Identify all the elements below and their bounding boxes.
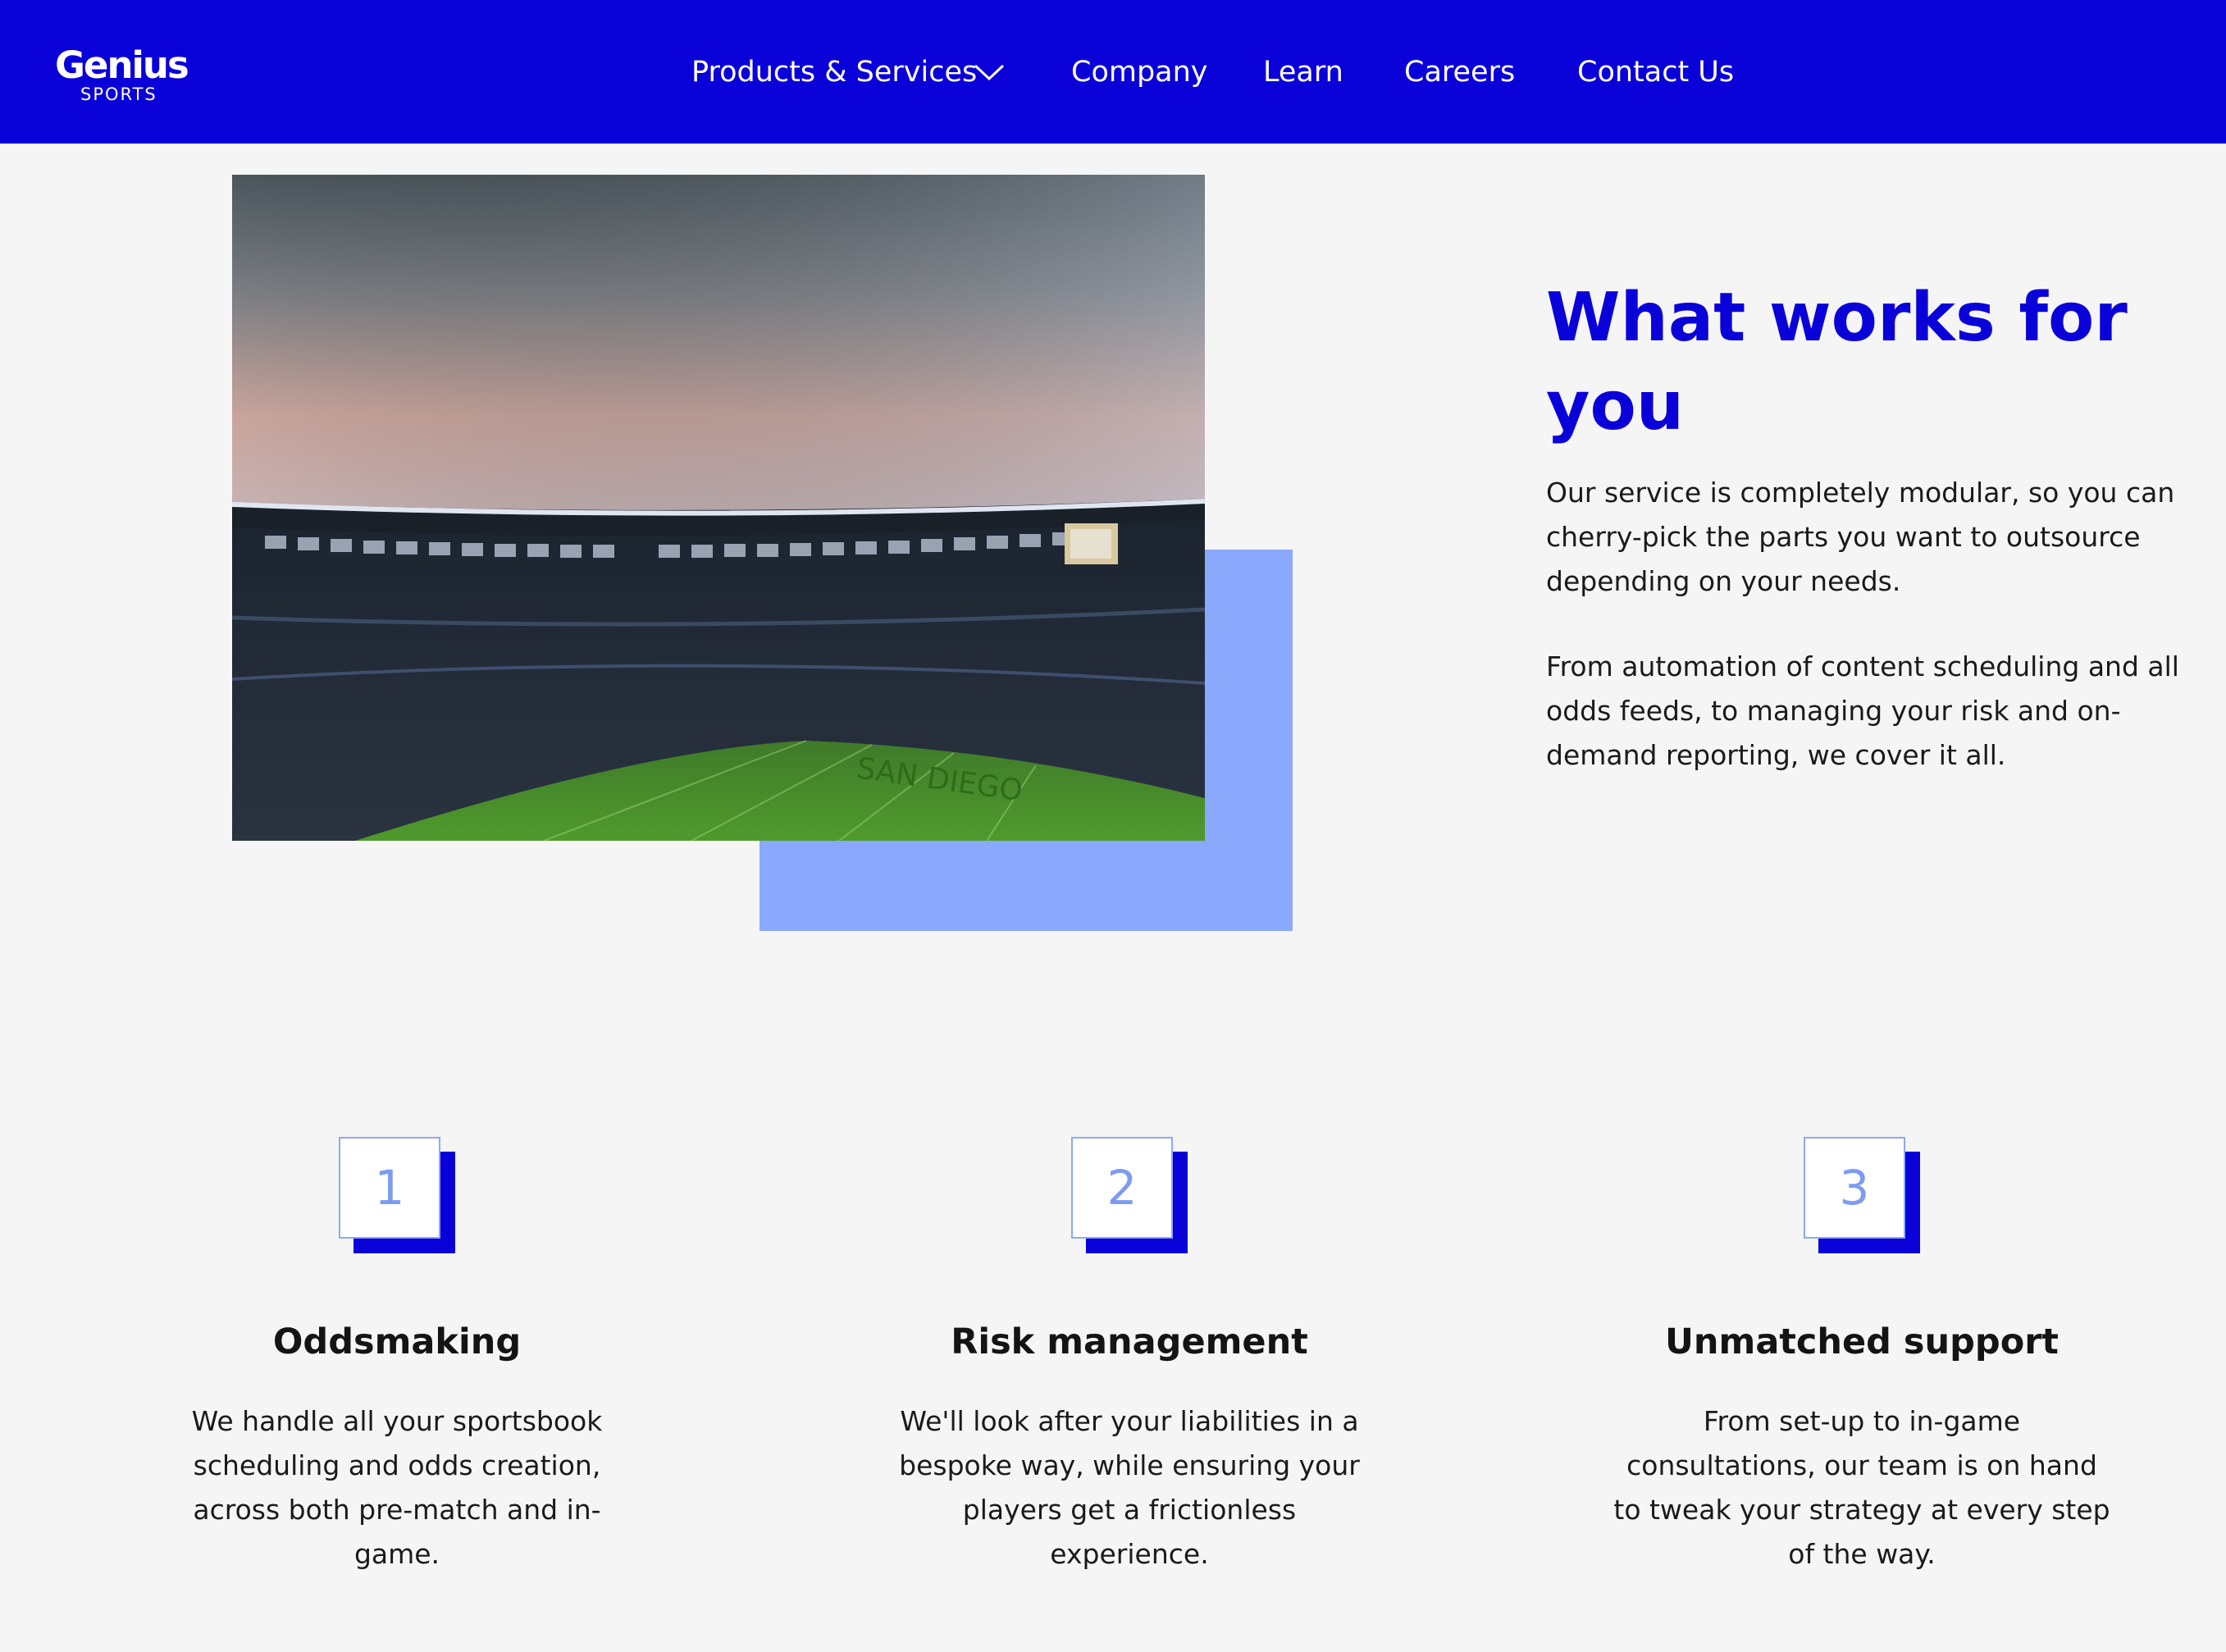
step-number: 2	[1071, 1137, 1173, 1239]
feature-title: Risk management	[951, 1321, 1308, 1362]
nav-learn[interactable]: Learn	[1263, 52, 1343, 92]
feature-description: From set-up to in-game consultations, ou…	[1613, 1405, 2110, 1570]
site-header: Genius SPORTS Products & Services Compan…	[0, 0, 2226, 144]
nav-products-services[interactable]: Products & Services	[691, 52, 1005, 92]
nav-contact-us[interactable]: Contact Us	[1577, 52, 1734, 92]
feature-oddsmaking: 1 Oddsmaking We handle all your sportsbo…	[118, 1137, 676, 1577]
feature-unmatched-support: 3 Unmatched support From set-up to in-ga…	[1583, 1137, 2141, 1577]
stadium-illustration: SAN DIEGO	[232, 175, 1205, 841]
step-number: 1	[339, 1137, 440, 1239]
chevron-down-icon	[974, 64, 1005, 81]
step-number-badge: 2	[1071, 1137, 1188, 1253]
nav-products-services-label: Products & Services	[691, 56, 978, 89]
main-nav: Products & Services Company Learn Career…	[0, 52, 2226, 92]
feature-title: Oddsmaking	[272, 1321, 522, 1362]
step-number-badge: 1	[339, 1137, 455, 1253]
feature-description: We handle all your sportsbook scheduling…	[191, 1405, 603, 1570]
feature-title: Unmatched support	[1665, 1321, 2059, 1362]
coverage-paragraph: From automation of content scheduling an…	[1546, 650, 2179, 771]
feature-risk-management: 2 Risk management We'll look after your …	[851, 1137, 1408, 1577]
section-heading: What works for you	[1546, 279, 2128, 445]
step-number: 3	[1804, 1137, 1905, 1239]
step-number-badge: 3	[1804, 1137, 1920, 1253]
intro-paragraph: Our service is completely modular, so yo…	[1546, 477, 2175, 597]
nav-careers[interactable]: Careers	[1404, 52, 1515, 92]
nav-company[interactable]: Company	[1071, 52, 1208, 92]
feature-description: We'll look after your liabilities in a b…	[899, 1405, 1360, 1570]
stadium-photo: SAN DIEGO	[232, 175, 1205, 841]
